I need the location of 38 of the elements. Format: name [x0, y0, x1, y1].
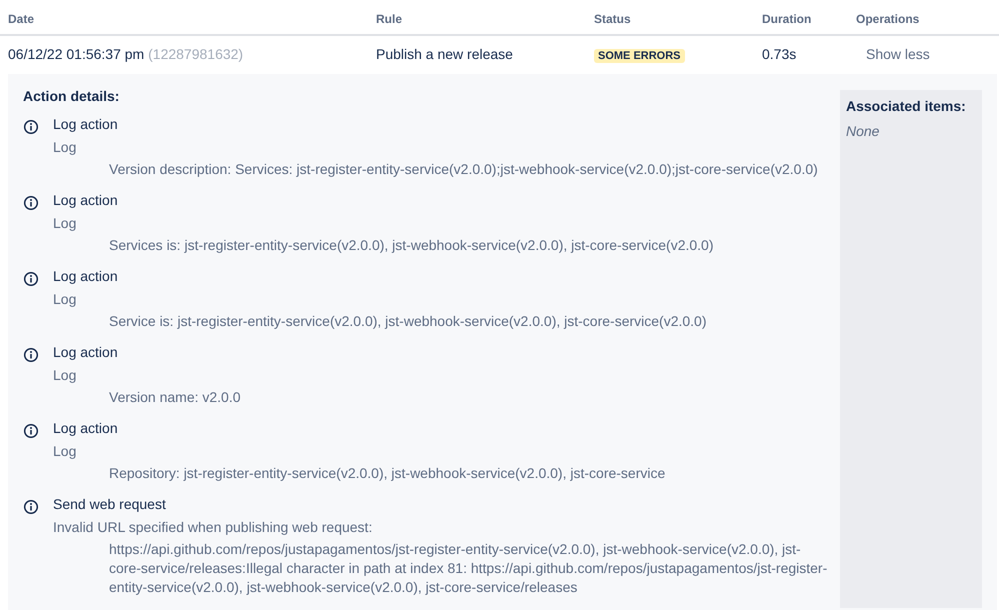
action-type: Log [53, 290, 78, 309]
action-title: Log action [53, 191, 119, 210]
duration-cell: 0.73s [762, 46, 796, 62]
action-message: Version name: v2.0.0 [108, 388, 242, 407]
action-type: Log [53, 366, 78, 385]
column-header: Duration [762, 12, 812, 26]
action-type: Invalid URL specified when publishing web request: [53, 518, 374, 537]
action-message: Service is: jst-register-entity-service(v2.0.0), jst-webhook-service(v2.0.0), jst-core-service(v2.0.0) [108, 312, 708, 331]
associated-value: None [846, 122, 880, 141]
show-less-button[interactable]: Show less [856, 44, 940, 65]
action-title: Log action [53, 343, 119, 362]
info-icon [23, 271, 39, 288]
action-message: Services is: jst-register-entity-service(v2.0.0), jst-webhook-service(v2.0.0), jst-core-service(v2.0.0) [108, 236, 714, 255]
action-message: Version description: Services: jst-register-entity-service(v2.0.0);jst-webhook-service(v2.0.0);jst-core-service(v2.0.0) [108, 160, 819, 179]
action-type: Log [53, 442, 78, 461]
column-header: Date [8, 12, 34, 26]
info-icon [23, 423, 39, 440]
associated-title: Associated items: [846, 97, 967, 116]
rule-cell: Publish a new release [376, 46, 513, 62]
info-icon [23, 499, 39, 516]
column-header: Rule [376, 12, 402, 26]
info-icon [23, 119, 39, 136]
date-cell: 06/12/22 01:56:37 pm [8, 46, 144, 62]
action-type: Log [53, 138, 78, 157]
section-title: Action details: [23, 87, 120, 106]
info-icon [23, 347, 39, 364]
action-title: Log action [53, 419, 119, 438]
column-header: Status [594, 12, 631, 26]
column-header: Operations [856, 12, 920, 26]
action-message: Repository: jst-register-entity-service(v2.0.0), jst-webhook-service(v2.0.0), jst-core-service [108, 464, 666, 483]
action-title: Send web request [53, 495, 167, 514]
action-title: Log action [53, 267, 119, 286]
execution-id: (12287981632) [148, 46, 244, 62]
action-message: https://api.github.com/repos/justapagamentos/jst-register-entity-service(v2.0.0), jst-webhook-service(v2.0.0), jst-core-service/releases:Illegal character in path at index 81: https://api.github.com/repos/justapagamentos/jst-register-entity-service(v2.0.0), jst-webhook-service(v2.0.0), jst-core-service/releases [108, 540, 828, 597]
status-lozenge: SOME ERRORS [594, 49, 685, 63]
action-title: Log action [53, 115, 119, 134]
info-icon [23, 195, 39, 212]
action-type: Log [53, 214, 78, 233]
